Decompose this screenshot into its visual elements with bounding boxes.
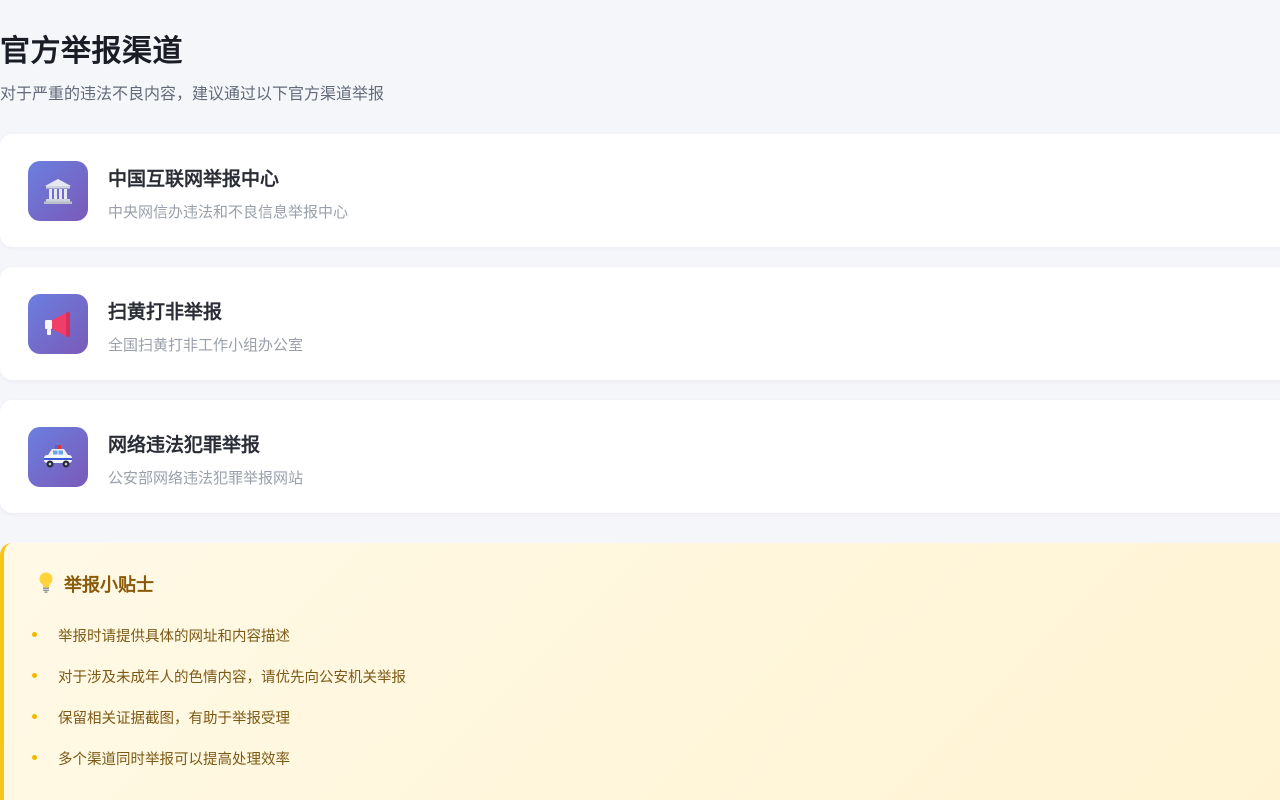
page-subtitle: 对于严重的违法不良内容，建议通过以下官方渠道举报 <box>0 84 385 103</box>
channel-title: 网络违法犯罪举报 <box>108 434 261 456</box>
report-channels-page: 官方举报渠道 对于严重的违法不良内容，建议通过以下官方渠道举报 中国互联网举报中… <box>0 0 1280 800</box>
channel-description: 全国扫黄打非工作小组办公室 <box>108 336 304 354</box>
megaphone-icon <box>28 294 88 354</box>
channel-card-cyberspace-report-center[interactable]: 中国互联网举报中心 中央网信办违法和不良信息举报中心 <box>0 134 1280 247</box>
tip-text: 举报时请提供具体的网址和内容描述 <box>58 629 290 645</box>
page-title: 官方举报渠道 <box>0 34 183 69</box>
police-car-icon <box>28 427 88 487</box>
list-item: 对于涉及未成年人的色情内容，请优先向公安机关举报 <box>32 666 406 707</box>
bullet-dot <box>32 755 37 760</box>
lightbulb-icon <box>36 571 56 597</box>
channel-description: 中央网信办违法和不良信息举报中心 <box>108 203 349 221</box>
channel-title: 扫黄打非举报 <box>108 301 223 323</box>
report-tips-box: 举报小贴士 举报时请提供具体的网址和内容描述 对于涉及未成年人的色情内容，请优先… <box>0 543 1280 800</box>
tip-text: 多个渠道同时举报可以提高处理效率 <box>58 752 290 768</box>
list-item: 举报时请提供具体的网址和内容描述 <box>32 625 406 666</box>
list-item: 保留相关证据截图，有助于举报受理 <box>32 707 406 748</box>
channel-card-anti-pornography[interactable]: 扫黄打非举报 全国扫黄打非工作小组办公室 <box>0 267 1280 380</box>
channel-description: 公安部网络违法犯罪举报网站 <box>108 469 304 487</box>
tips-list: 举报时请提供具体的网址和内容描述 对于涉及未成年人的色情内容，请优先向公安机关举… <box>32 625 406 789</box>
tip-text: 对于涉及未成年人的色情内容，请优先向公安机关举报 <box>58 670 406 686</box>
list-item: 多个渠道同时举报可以提高处理效率 <box>32 748 406 789</box>
tips-header: 举报小贴士 <box>36 571 154 597</box>
bullet-dot <box>32 714 37 719</box>
channel-title: 中国互联网举报中心 <box>108 168 280 190</box>
channel-card-cybercrime-report[interactable]: 网络违法犯罪举报 公安部网络违法犯罪举报网站 <box>0 400 1280 513</box>
tip-text: 保留相关证据截图，有助于举报受理 <box>58 711 290 727</box>
bullet-dot <box>32 632 37 637</box>
bullet-dot <box>32 673 37 678</box>
government-building-icon <box>28 161 88 221</box>
tips-title: 举报小贴士 <box>64 575 154 596</box>
